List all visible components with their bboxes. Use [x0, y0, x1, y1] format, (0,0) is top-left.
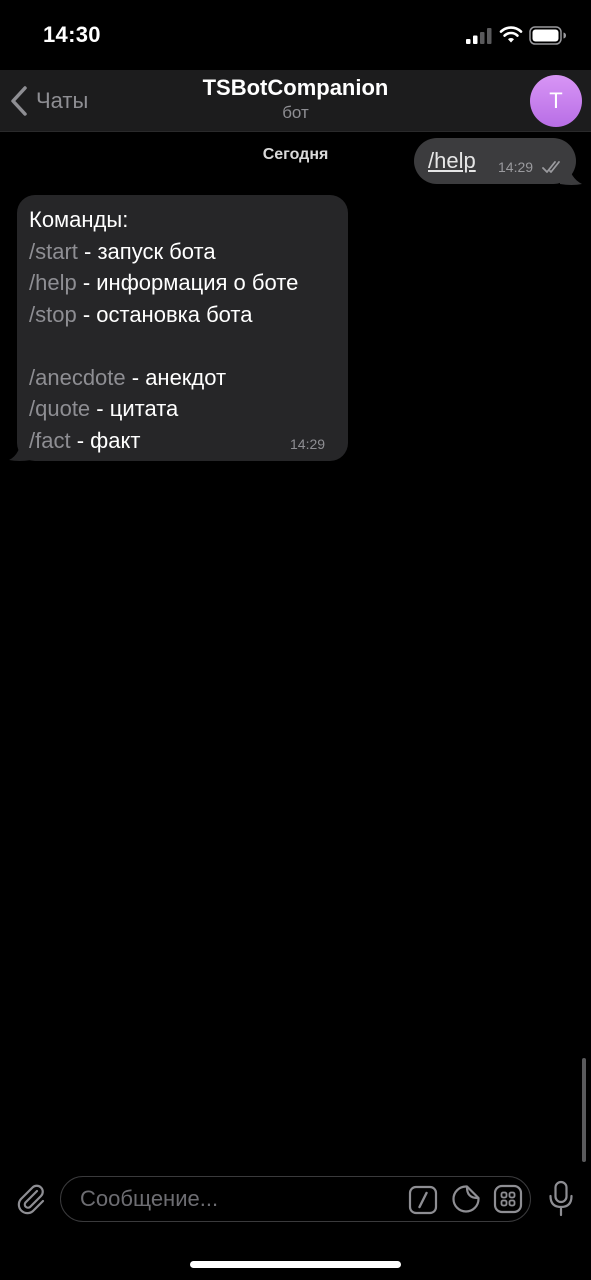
status-bar: 14:30 [0, 0, 591, 70]
command-line: /anecdote - анекдот [29, 362, 298, 394]
slash-command-icon[interactable] [408, 1185, 438, 1215]
command-line: /fact - факт [29, 425, 298, 457]
wifi-icon [499, 26, 523, 43]
command-description: - анекдот [125, 364, 227, 390]
command-description: - факт [70, 427, 141, 453]
avatar[interactable]: T [530, 75, 582, 127]
command-line: /help - информация о боте [29, 267, 298, 299]
command-line: /start - запуск бота [29, 236, 298, 268]
chat-header[interactable]: TSBotCompanion бот [150, 75, 441, 123]
command-line: /quote - цитата [29, 393, 298, 425]
message-field[interactable] [60, 1176, 531, 1222]
chat-title: TSBotCompanion [202, 75, 389, 100]
status-time: 14:30 [43, 22, 101, 47]
grid-icon[interactable] [493, 1184, 523, 1214]
incoming-time: 14:29 [290, 436, 326, 452]
nav-bar: Чаты TSBotCompanion бот T [0, 70, 591, 132]
command-line: /stop - остановка бота [29, 299, 298, 331]
back-label: Чаты [36, 88, 89, 113]
message-input[interactable] [80, 1177, 400, 1221]
command-link[interactable]: /fact [29, 428, 71, 453]
scrollbar[interactable] [582, 1058, 586, 1162]
command-description: - остановка бота [76, 301, 253, 327]
command-link[interactable]: /anecdote [29, 365, 126, 390]
command-description: - информация о боте [76, 270, 299, 295]
double-check-icon [542, 161, 560, 173]
command-link[interactable]: /stop [29, 302, 77, 327]
command-description: - запуск бота [77, 238, 216, 264]
chat-screen: 14:30 Чаты TSBotCompanion бот T Сегодня … [0, 0, 591, 1280]
command-link[interactable]: /help [29, 270, 77, 295]
command-link[interactable]: /quote [29, 396, 90, 421]
bubble-tail [9, 436, 31, 461]
command-description: - цитата [90, 396, 179, 421]
paperclip-icon[interactable] [15, 1182, 47, 1216]
command-link[interactable]: /start [29, 239, 78, 264]
chevron-left-icon [11, 86, 27, 116]
message-heading: Команды: [29, 207, 129, 232]
chat-subtitle: бот [282, 103, 309, 122]
sticker-icon[interactable] [451, 1184, 481, 1214]
incoming-text: Команды: /start - запуск бота /help - ин… [29, 204, 298, 456]
outgoing-time: 14:29 [498, 159, 534, 175]
cellular-signal-icon [466, 28, 492, 44]
home-indicator[interactable] [190, 1261, 401, 1268]
battery-icon [529, 26, 566, 45]
back-button[interactable]: Чаты [8, 84, 88, 118]
outgoing-text[interactable]: /help [428, 148, 476, 174]
microphone-icon[interactable] [547, 1180, 575, 1218]
